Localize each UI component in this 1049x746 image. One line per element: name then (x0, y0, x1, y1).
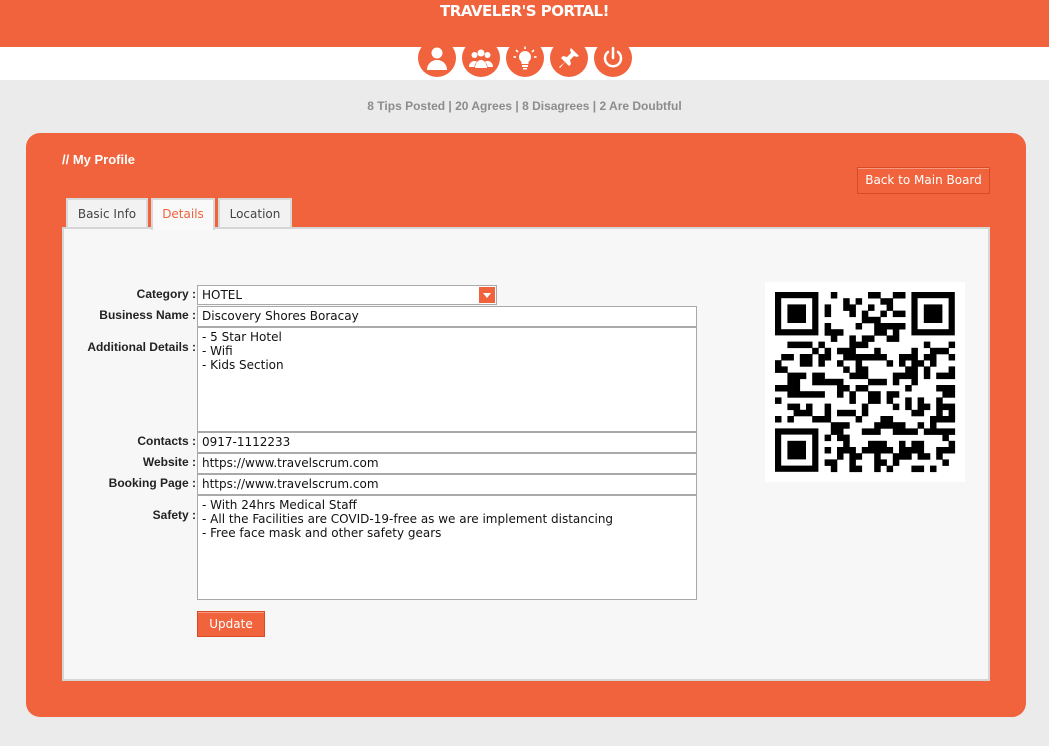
group-icon (469, 49, 493, 68)
tab-details[interactable]: Details (151, 198, 215, 230)
booking-page-input[interactable]: https://www.travelscrum.com (197, 474, 697, 495)
category-select[interactable]: HOTEL (197, 285, 497, 305)
back-to-main-board-button[interactable]: Back to Main Board (857, 167, 990, 194)
website-input[interactable]: https://www.travelscrum.com (197, 453, 697, 474)
profile-nav-button[interactable] (418, 39, 456, 77)
website-label: Website : (142, 455, 196, 469)
main-nav (418, 39, 632, 77)
qr-code-image (775, 292, 956, 473)
details-tab-content: Category : HOTEL Business Name : Discove… (62, 227, 990, 681)
safety-textarea[interactable]: - With 24hrs Medical Staff - All the Fac… (197, 495, 697, 600)
contacts-label: Contacts : (137, 434, 196, 448)
qr-code (765, 282, 965, 482)
logout-nav-button[interactable] (594, 39, 632, 77)
safety-label: Safety : (152, 508, 196, 522)
tab-basic-info[interactable]: Basic Info (66, 198, 148, 228)
additional-details-label: Additional Details : (87, 340, 196, 354)
stats-summary: 8 Tips Posted | 20 Agrees | 8 Disagrees … (367, 99, 682, 113)
group-nav-button[interactable] (462, 39, 500, 77)
update-button[interactable]: Update (197, 611, 265, 637)
business-name-label: Business Name : (99, 308, 196, 322)
dropdown-arrow-icon[interactable] (479, 287, 495, 303)
pin-icon (559, 48, 579, 68)
category-value: HOTEL (202, 288, 243, 302)
booking-page-label: Booking Page : (108, 476, 196, 490)
user-icon (427, 47, 447, 70)
contacts-input[interactable]: 0917-1112233 (197, 432, 697, 453)
panel-title: // My Profile (62, 152, 135, 167)
site-title: TRAVELER'S PORTAL! (440, 2, 609, 20)
additional-details-textarea[interactable]: - 5 Star Hotel - Wifi - Kids Section (197, 327, 697, 432)
pin-nav-button[interactable] (550, 39, 588, 77)
power-icon (603, 46, 623, 68)
business-name-input[interactable]: Discovery Shores Boracay (197, 306, 697, 327)
lightbulb-icon (513, 46, 537, 70)
tips-nav-button[interactable] (506, 39, 544, 77)
category-label: Category : (136, 287, 196, 301)
profile-panel: // My Profile Back to Main Board Basic I… (26, 133, 1026, 717)
tab-location[interactable]: Location (218, 198, 292, 228)
